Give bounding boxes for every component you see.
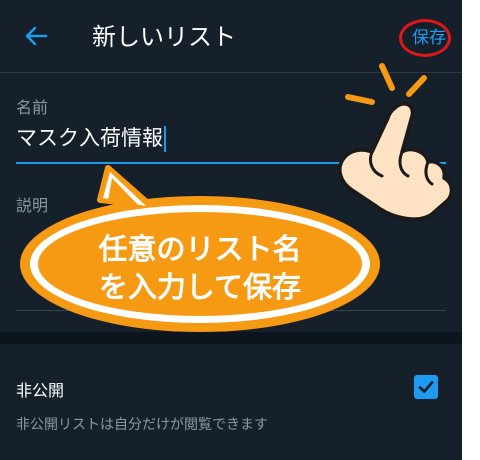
description-label: 説明 xyxy=(16,196,49,215)
name-input[interactable]: マスク入荷情報 xyxy=(16,122,166,154)
page-title: 新しいリスト xyxy=(92,23,236,51)
name-label: 名前 xyxy=(16,98,49,117)
private-label: 非公開 xyxy=(16,381,65,400)
description-input-underline xyxy=(16,310,446,311)
private-checkbox[interactable] xyxy=(414,375,438,399)
speech-bubble-text: 任意のリスト名 を入力して保存 xyxy=(40,230,360,306)
name-input-underline xyxy=(16,162,446,164)
speech-bubble-line-1: 任意のリスト名 xyxy=(98,232,302,266)
text-caret xyxy=(164,126,166,152)
back-arrow-icon[interactable] xyxy=(22,22,50,50)
top-bar: 新しいリスト 保存 xyxy=(0,0,462,73)
checkmark-icon xyxy=(418,381,434,393)
speech-bubble-line-2: を入力して保存 xyxy=(98,270,302,304)
save-highlight-circle xyxy=(399,19,451,57)
section-divider xyxy=(0,332,462,344)
private-note: 非公開リストは自分だけが閲覧できます xyxy=(16,417,268,433)
name-input-value: マスク入荷情報 xyxy=(16,126,163,150)
